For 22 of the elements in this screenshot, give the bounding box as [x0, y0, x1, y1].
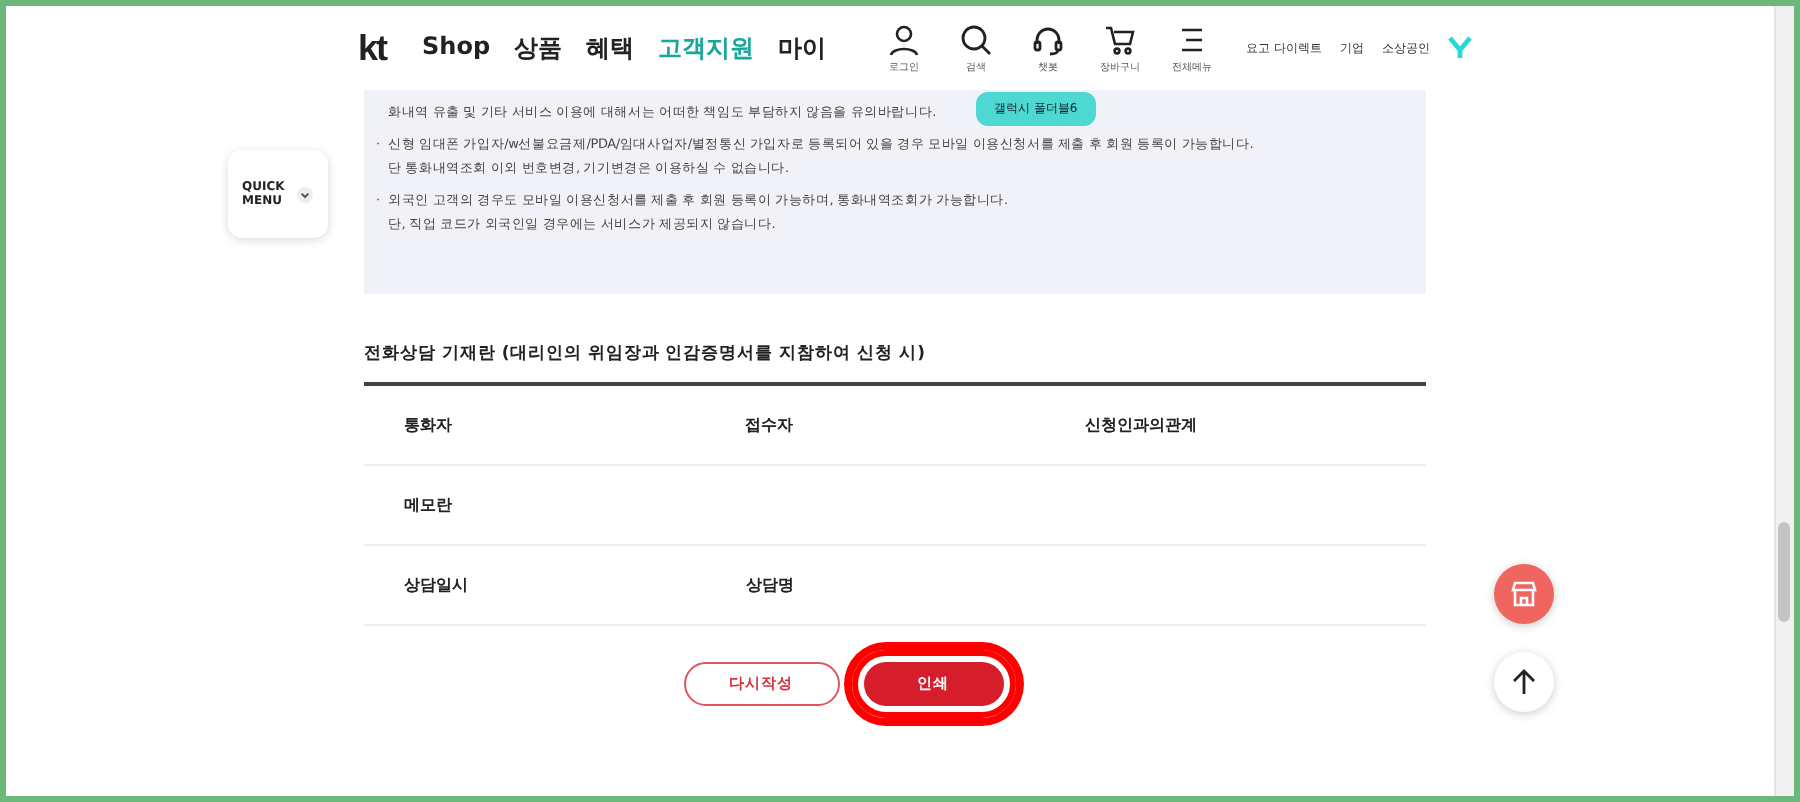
- field-label: 접수자: [744, 414, 795, 436]
- nav-link[interactable]: 마이: [778, 31, 827, 65]
- scroll-top-button[interactable]: [1494, 652, 1554, 712]
- search-icon[interactable]: [960, 23, 993, 55]
- arrow-up-icon: [1510, 668, 1538, 696]
- section-title: 전화상담 기재란 (대리인의 위임장과 인감증명서를 지참하여 신청 시): [364, 342, 1426, 386]
- chevron-down-icon: [296, 185, 314, 203]
- store-icon: [1510, 580, 1538, 608]
- nav-link[interactable]: 상품: [514, 31, 563, 65]
- field-label: 상담일시: [404, 574, 470, 596]
- field-label: 신청인과의관계: [1085, 414, 1200, 436]
- nav-link[interactable]: Shop: [422, 31, 491, 65]
- field-label: 통화자: [404, 414, 454, 436]
- store-button[interactable]: [1494, 564, 1554, 624]
- person-icon[interactable]: [888, 23, 921, 55]
- kt-logo[interactable]: kt: [358, 27, 387, 69]
- field-label: 메모란: [404, 494, 454, 516]
- field-label: 상담명: [746, 574, 796, 596]
- cart-icon[interactable]: [1104, 23, 1137, 55]
- headset-icon[interactable]: [1032, 23, 1065, 55]
- scrollbar[interactable]: [1774, 6, 1794, 796]
- nav-link[interactable]: 혜택: [586, 31, 635, 65]
